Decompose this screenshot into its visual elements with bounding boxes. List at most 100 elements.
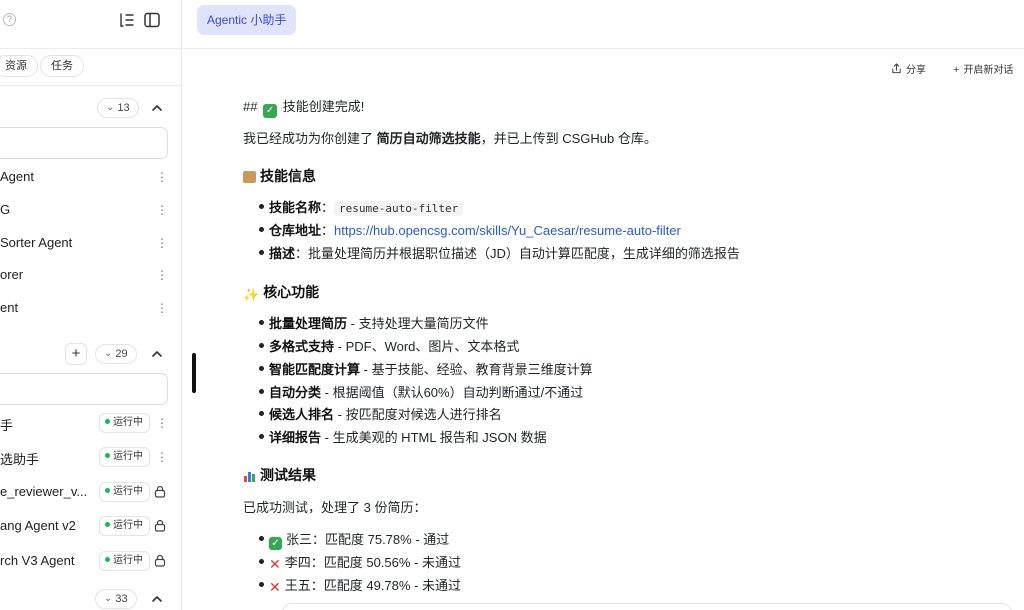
search-input[interactable] — [0, 127, 168, 159]
status-badge: 运行中 — [99, 482, 150, 502]
lock-icon — [154, 519, 166, 532]
search-input[interactable] — [0, 373, 168, 405]
chevron-down-icon: ⌄ — [104, 348, 113, 359]
list-item[interactable]: ent ⋮ — [0, 296, 181, 320]
list-item: 智能匹配度计算 - 基于技能、经验、教育背景三维度计算 — [269, 362, 593, 377]
share-button[interactable]: 分享 — [891, 61, 926, 76]
bullet — [259, 366, 264, 371]
more-icon[interactable]: ⋮ — [156, 301, 168, 315]
list-item-label: Sorter Agent — [0, 235, 73, 250]
status-dot — [105, 488, 110, 493]
list-item[interactable]: Agent ⋮ — [0, 165, 181, 189]
bullet — [259, 559, 264, 564]
bullet — [259, 582, 264, 587]
chevron-up-icon[interactable] — [150, 592, 164, 606]
list-item[interactable]: ang Agent v2 运行中 — [0, 514, 181, 538]
list-item-label: 手 — [0, 418, 14, 433]
more-icon[interactable]: ⋮ — [156, 170, 168, 184]
tab-agent[interactable]: Agentic 小助手 — [197, 5, 297, 35]
lock-icon — [154, 485, 166, 498]
list-item-label: e_reviewer_v... — [0, 484, 88, 499]
list-item: 多格式支持 - PDF、Word、图片、文本格式 — [269, 339, 520, 354]
status-dot — [105, 557, 110, 562]
group-count-badge[interactable]: ⌄ 13 — [97, 98, 139, 118]
list-item-label: orer — [0, 267, 24, 282]
status-badge: 运行中 — [99, 413, 150, 433]
result-item: ✓ 张三：匹配度 75.78% - 通过 — [269, 529, 449, 550]
list-item: 候选人排名 - 按匹配度对候选人进行排名 — [269, 407, 502, 422]
list-item: 详细报告 - 生成美观的 HTML 报告和 JSON 数据 — [269, 430, 547, 445]
more-icon[interactable]: ⋮ — [156, 203, 168, 217]
bullet — [259, 250, 264, 255]
list-item: 技能名称： resume-auto-filter — [269, 197, 464, 216]
check-mark-icon: ✓ — [269, 537, 282, 550]
lock-icon — [154, 554, 166, 567]
share-icon — [892, 63, 901, 74]
intro-paragraph: 我已经成功为你创建了 简历自动筛选技能，并已上传到 CSGHub 仓库。 — [243, 131, 657, 146]
section-heading: ✨ 核心功能 — [243, 284, 320, 302]
repo-link[interactable]: https://hub.opencsg.com/skills/Yu_Caesar… — [334, 223, 681, 238]
chat-input-box[interactable] — [282, 603, 1012, 610]
list-item-label: ent — [0, 300, 19, 315]
outline-list-icon[interactable] — [118, 11, 136, 29]
results-intro: 已成功测试，处理了 3 份简历： — [243, 500, 427, 515]
group-count-badge[interactable]: ⌄ 29 — [95, 344, 137, 364]
group-count-badge[interactable]: ⌄ 33 — [95, 589, 137, 609]
divider — [0, 85, 181, 86]
bullet — [259, 411, 264, 416]
chevron-up-icon[interactable] — [150, 347, 164, 361]
bullet — [259, 536, 264, 541]
skill-name-code: resume-auto-filter — [334, 201, 464, 216]
help-icon[interactable]: ? — [3, 13, 16, 26]
sparkles-icon: ✨ — [243, 287, 260, 302]
list-item[interactable]: 选助手 运行中 ⋮ — [0, 445, 181, 469]
status-badge: 运行中 — [99, 516, 150, 536]
more-icon[interactable]: ⋮ — [156, 268, 168, 282]
list-item[interactable]: orer ⋮ — [0, 263, 181, 287]
cross-mark-icon: ✕ — [269, 556, 281, 572]
list-item[interactable]: Sorter Agent ⋮ — [0, 231, 181, 255]
sidebar: ? 资源 任务 ⌄ 13 Agent ⋮ G ⋮ Sorter Agent ⋮ o… — [0, 0, 182, 610]
status-dot — [105, 453, 110, 458]
plus-icon: + — [953, 64, 960, 76]
list-item: 自动分类 - 根据阈值（默认60%）自动判断通过/不通过 — [269, 385, 584, 400]
sidebar-toggle-icon[interactable] — [143, 11, 161, 29]
more-icon[interactable]: ⋮ — [156, 416, 168, 430]
result-item: ✕ 李四：匹配度 50.56% - 未通过 — [269, 555, 461, 572]
list-item[interactable]: G ⋮ — [0, 198, 181, 222]
status-dot — [105, 419, 110, 424]
list-item-label: rch V3 Agent — [0, 553, 75, 568]
package-icon — [243, 171, 256, 183]
bullet — [259, 320, 264, 325]
chevron-up-icon[interactable] — [150, 101, 164, 115]
check-mark-icon: ✓ — [263, 104, 278, 118]
chip-tasks[interactable]: 任务 — [40, 55, 84, 77]
chevron-down-icon: ⌄ — [104, 593, 113, 604]
message-heading: ## ✓ 技能创建完成! — [243, 99, 365, 118]
bar-chart-icon — [243, 470, 256, 482]
list-item[interactable]: 手 运行中 ⋮ — [0, 411, 181, 435]
new-chat-button[interactable]: + 开启新对话 — [953, 61, 1013, 76]
list-item: 描述：批量处理简历并根据职位描述（JD）自动计算匹配度，生成详细的筛选报告 — [269, 246, 740, 261]
divider — [0, 48, 181, 49]
bullet — [259, 389, 264, 394]
more-icon[interactable]: ⋮ — [156, 236, 168, 250]
list-item[interactable]: rch V3 Agent 运行中 — [0, 549, 181, 573]
list-item[interactable]: e_reviewer_v... 运行中 — [0, 480, 181, 504]
list-item: 仓库地址：https://hub.opencsg.com/skills/Yu_C… — [269, 223, 681, 238]
resize-handle[interactable] — [192, 353, 196, 393]
cross-mark-icon: ✕ — [269, 579, 281, 595]
chip-resources[interactable]: 资源 — [0, 55, 38, 77]
add-button[interactable]: + — [65, 343, 87, 365]
section-heading: 测试结果 — [243, 465, 316, 485]
result-item: ✕ 王五：匹配度 49.78% - 未通过 — [269, 578, 461, 595]
bullet — [259, 343, 264, 348]
chevron-down-icon: ⌄ — [106, 102, 115, 113]
more-icon[interactable]: ⋮ — [156, 450, 168, 464]
status-badge: 运行中 — [99, 551, 150, 571]
list-item: 批量处理简历 - 支持处理大量简历文件 — [269, 316, 489, 331]
section-heading: 技能信息 — [243, 166, 316, 186]
list-item-label: ang Agent v2 — [0, 518, 76, 533]
bullet — [259, 227, 264, 232]
status-dot — [105, 522, 110, 527]
